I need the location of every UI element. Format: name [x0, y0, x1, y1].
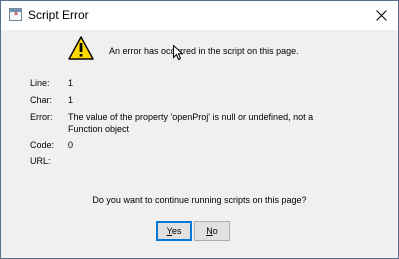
char-value: 1 — [68, 95, 74, 105]
error-label: Error: — [30, 112, 53, 122]
code-value: 0 — [68, 140, 74, 150]
code-label: Code: — [30, 140, 55, 150]
window-title: Script Error — [28, 8, 89, 22]
script-error-window-icon: × — [9, 8, 22, 21]
continue-question: Do you want to continue running scripts … — [92, 195, 307, 205]
dialog-body: An error has occurred in the script on t… — [1, 30, 398, 258]
close-button[interactable] — [365, 1, 398, 30]
line-label: Line: — [30, 78, 50, 88]
error-value: The value of the property 'openProj' is … — [68, 112, 314, 122]
title-bar[interactable]: × Script Error — [1, 1, 398, 30]
yes-button[interactable]: Yes — [156, 221, 192, 241]
error-headline: An error has occurred in the script on t… — [109, 46, 299, 56]
warning-triangle-icon — [68, 36, 94, 60]
line-value: 1 — [68, 78, 74, 88]
char-label: Char: — [30, 95, 53, 105]
url-label: URL: — [30, 156, 51, 166]
script-error-dialog: × Script Error An error has occurred in … — [0, 0, 399, 259]
error-value-continued: Function object — [68, 124, 130, 134]
no-label-rest: o — [212, 226, 218, 236]
no-button[interactable]: No — [194, 221, 230, 241]
yes-label-rest: es — [171, 226, 182, 236]
mouse-pointer-icon — [173, 45, 183, 61]
close-icon — [376, 10, 387, 21]
